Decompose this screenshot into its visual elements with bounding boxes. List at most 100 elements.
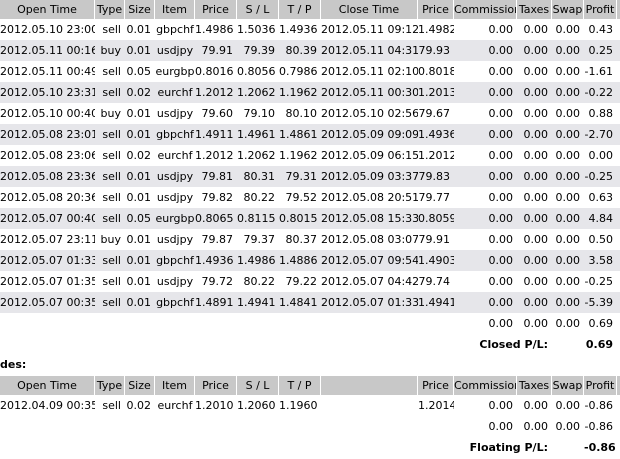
cell-item: eurchf [157,399,193,412]
cell-close-price: 79.77 [418,191,451,204]
cell-profit: 0.63 [588,191,614,204]
column-header-item: Item [155,376,195,395]
cell-commission: 0.00 [488,23,514,36]
column-header-swap: Swap [552,376,584,395]
cell-open-time: 2012.05.07 01:33 [0,254,95,267]
cell-item: gbpchf [156,23,194,36]
cell-commission: 0.00 [488,296,514,309]
cell-price: 79.82 [201,191,234,204]
cell-sl: 80.22 [243,275,276,288]
cell-type: sell [102,128,121,141]
table-header-row: Open Time Type Size Item Price S / LT / P Clos… [0,0,620,19]
cell-type: sell [102,65,121,78]
cell-commission: 0.00 [488,86,514,99]
cell-size: 0.01 [126,296,152,309]
cell-price: 79.81 [201,170,234,183]
column-header-item: Item [155,0,195,19]
totals-row: 0.00 0.00 0.00 0.69 [0,313,620,334]
cell-profit: -2.70 [584,128,613,141]
cell-taxes: 0.00 [523,44,549,57]
cell-open-time: 2012.05.07 00:35 [0,296,95,309]
cell-close-time: 2012.05.11 04:31 [321,44,418,57]
cell-close-price: 1.2012 [418,149,454,162]
cell-close-price: 1.4941 [418,296,454,309]
cell-price: 1.2012 [195,149,234,162]
cell-taxes: 0.00 [523,399,549,412]
cell-tp: 79.52 [285,191,318,204]
cell-sl: 1.2062 [237,86,276,99]
cell-open-time: 2012.05.08 23:01 [0,128,95,141]
table-row: 2012.05.08 20:36 sell 0.01 usdjpy 79.82 80.22… [0,187,620,208]
cell-swap: 0.00 [555,296,581,309]
total-swap: 0.00 [555,420,581,433]
cell-close-time: 2012.05.10 02:56 [321,107,418,120]
cell-size: 0.02 [126,86,152,99]
cell-size: 0.01 [126,170,152,183]
column-header-tp: T / P [279,0,321,19]
cell-price: 1.4936 [195,254,234,267]
table-row: 2012.05.07 00:35 sell 0.01 gbpchf 1.4891 1.49… [0,292,620,313]
table-row: 2012.04.09 00:35 sell 0.02 eurchf 1.2010 1.20… [0,395,620,416]
total-commission: 0.00 [488,420,514,433]
cell-open-time: 2012.05.08 23:06 [0,149,95,162]
total-commission: 0.00 [488,317,514,330]
cell-open-time: 2012.05.10 00:40 [0,107,95,120]
cell-price: 79.72 [201,275,234,288]
column-header-close-price: Price [418,376,454,395]
cell-sl: 1.2062 [237,149,276,162]
column-header-sl: S / L [237,0,279,19]
cell-tp: 80.10 [285,107,318,120]
cell-close-price: 79.93 [418,44,451,57]
cell-close-price: 1.4982 [418,23,454,36]
table-row: 2012.05.07 01:33 sell 0.01 gbpchf 1.4936 1.49… [0,250,620,271]
cell-profit: -1.61 [584,65,613,78]
column-header-open-time: Open Time [0,0,95,19]
cell-size: 0.01 [126,44,152,57]
cell-swap: 0.00 [555,86,581,99]
cell-close-price: 79.83 [418,170,451,183]
table-header-row: Open Time Type Size Item Price S / LT / P Pric… [0,376,620,395]
table-row: 2012.05.10 00:40 buy 0.01 usdjpy 79.60 79.10 8… [0,103,620,124]
cell-profit: 0.25 [588,44,614,57]
cell-sl: 1.2060 [237,399,276,412]
cell-commission: 0.00 [488,44,514,57]
cell-taxes: 0.00 [523,296,549,309]
cell-price: 79.60 [201,107,234,120]
table-row: 2012.05.08 23:36 sell 0.01 usdjpy 79.81 80.31… [0,166,620,187]
cell-item: usdjpy [156,275,194,288]
cell-type: sell [102,149,121,162]
cell-price: 1.4891 [195,296,234,309]
cell-size: 0.01 [126,254,152,267]
cell-close-time: 2012.05.09 06:15 [321,149,418,162]
cell-price: 1.2012 [195,86,234,99]
cell-close-price: 1.4903 [418,254,454,267]
cell-sl: 0.8056 [237,65,276,78]
totals-row: 0.00 0.00 0.00 -0.86 [0,416,620,437]
cell-item: usdjpy [156,44,194,57]
cell-item: gbpchf [156,128,194,141]
cell-close-price: 79.74 [418,275,451,288]
cell-swap: 0.00 [555,149,581,162]
cell-taxes: 0.00 [523,191,549,204]
cell-open-time: 2012.05.10 23:31 [0,86,95,99]
cell-type: sell [102,275,121,288]
cell-close-price: 79.67 [418,107,451,120]
cell-size: 0.05 [126,212,152,225]
cell-taxes: 0.00 [523,107,549,120]
table-row: 2012.05.07 00:40 sell 0.05 eurgbp 0.8065 0.81… [0,208,620,229]
cell-tp: 79.22 [285,275,318,288]
column-header-profit: Profit [584,0,617,19]
cell-close-time: 2012.05.11 02:10 [321,65,418,78]
cell-close-time: 2012.05.09 03:37 [321,170,418,183]
cell-open-time: 2012.05.10 23:00 [0,23,95,36]
cell-profit: 4.84 [588,212,614,225]
cell-sl: 1.5036 [237,23,276,36]
cell-tp: 1.4936 [279,23,318,36]
cell-size: 0.01 [126,128,152,141]
column-header-type: Type [95,376,125,395]
cell-taxes: 0.00 [523,65,549,78]
cell-size: 0.02 [126,149,152,162]
cell-price: 79.91 [201,44,234,57]
cell-profit: -0.25 [584,170,613,183]
pl-label: Floating P/L: [469,441,548,454]
